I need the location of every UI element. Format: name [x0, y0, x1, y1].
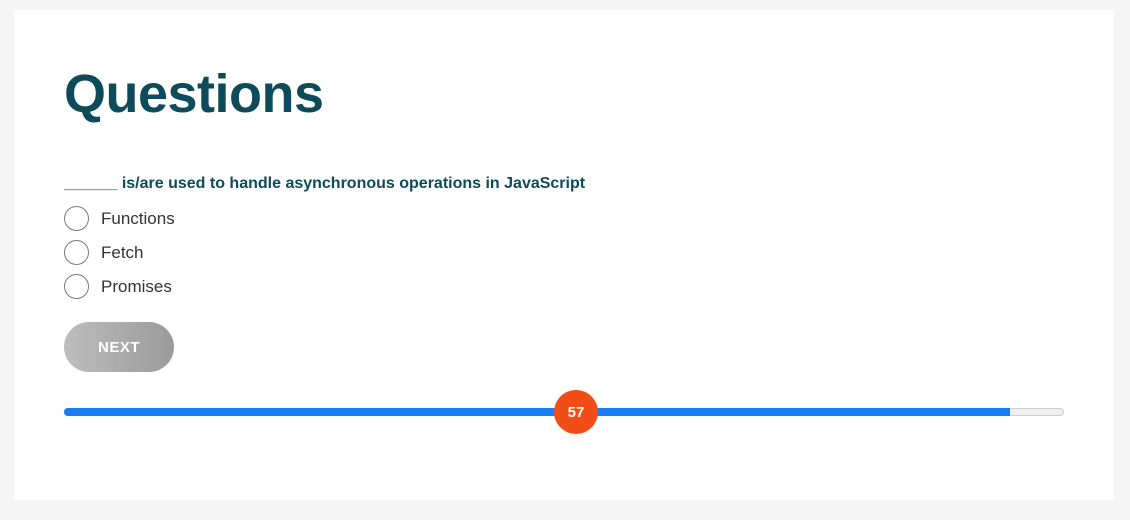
option-promises[interactable]: Promises — [64, 274, 175, 299]
radio-button[interactable] — [64, 274, 89, 299]
next-button[interactable]: NEXT — [64, 322, 174, 372]
question-card: Questions ______ is/are used to handle a… — [14, 10, 1114, 500]
progress-value-badge: 57 — [554, 390, 598, 434]
page-title: Questions — [64, 64, 324, 124]
question-text: ______ is/are used to handle asynchronou… — [64, 175, 586, 192]
answer-options: Functions Fetch Promises — [64, 206, 175, 308]
radio-button[interactable] — [64, 240, 89, 265]
radio-button[interactable] — [64, 206, 89, 231]
option-functions[interactable]: Functions — [64, 206, 175, 231]
option-label: Fetch — [101, 242, 144, 262]
option-label: Promises — [101, 276, 172, 296]
option-fetch[interactable]: Fetch — [64, 240, 175, 265]
progress-fill — [64, 408, 1010, 416]
option-label: Functions — [101, 208, 175, 228]
